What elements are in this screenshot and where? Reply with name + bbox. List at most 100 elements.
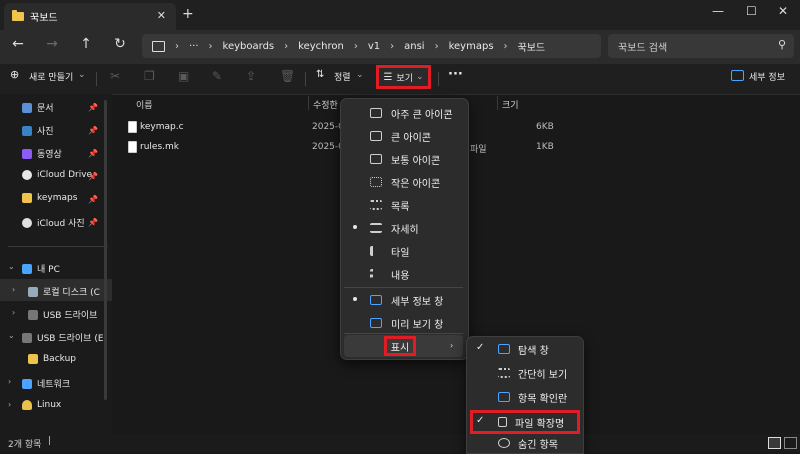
checkbox-icon [498, 392, 510, 402]
sort-button[interactable]: 정렬 [334, 70, 351, 83]
sidebar-item-usb-drive[interactable]: USB 드라이브 [28, 308, 97, 321]
chevron-right-icon[interactable]: › [8, 377, 11, 386]
address-bar[interactable]: › ··· › keyboards › keychron › v1 › ansi… [142, 34, 601, 58]
pin-icon: 📌 [88, 172, 98, 181]
sidebar-scrollbar[interactable] [104, 100, 107, 400]
folder-icon [12, 10, 24, 21]
menu-item-preview-pane[interactable]: 미리 보기 창 [344, 312, 463, 334]
new-dropdown-icon[interactable]: ⌄ [78, 70, 86, 80]
breadcrumb-item[interactable]: keyboards [223, 41, 275, 52]
close-window-button[interactable]: ✕ [778, 4, 788, 18]
item-count: 2개 항목 [8, 440, 42, 450]
column-divider[interactable] [308, 96, 309, 110]
monitor-icon [370, 108, 382, 118]
sidebar-item-icloud-drive[interactable]: iCloud Drive [22, 170, 92, 180]
sidebar-item-keymaps[interactable]: keymaps [22, 193, 77, 203]
column-divider[interactable] [497, 96, 498, 110]
up-button[interactable]: ↑ [76, 36, 96, 52]
search-placeholder: 꾹보드 검색 [618, 42, 668, 54]
chevron-right-icon[interactable]: › [12, 285, 15, 294]
menu-item-content[interactable]: 내용 [344, 263, 463, 285]
c-file-icon [128, 121, 137, 133]
submenu-item-compact-view[interactable]: 간단히 보기 [470, 362, 578, 384]
sidebar-item-pictures[interactable]: 사진 [22, 124, 54, 137]
breadcrumb-item[interactable]: v1 [368, 41, 380, 52]
back-button[interactable]: ← [8, 36, 28, 52]
selected-bullet-icon [353, 225, 357, 229]
usb-drive-icon [28, 309, 38, 320]
menu-item-details[interactable]: 자세히 [344, 217, 463, 239]
sidebar-item-icloud-photos[interactable]: iCloud 사진 [22, 216, 85, 229]
show-label: 표시 [384, 336, 416, 356]
sidebar-item-videos[interactable]: 동영상 [22, 147, 62, 160]
breadcrumb-ellipsis[interactable]: ··· [189, 41, 199, 52]
tab-current[interactable]: 꾹보드 ✕ [4, 3, 176, 30]
breadcrumb-item[interactable]: keymaps [449, 41, 494, 52]
more-options-button[interactable]: ··· [448, 67, 463, 82]
file-size: 6KB [536, 122, 554, 132]
sidebar-item-linux[interactable]: Linux [22, 400, 61, 410]
view-button[interactable]: ☰ 보기 ⌄ [376, 65, 431, 89]
delete-icon[interactable]: 🗑 [280, 69, 295, 83]
breadcrumb-item[interactable]: keychron [298, 41, 344, 52]
tab-close-icon[interactable]: ✕ [157, 9, 166, 22]
chevron-right-icon[interactable]: › [8, 400, 11, 409]
breadcrumb-item[interactable]: ansi [404, 41, 424, 52]
sidebar-item-usb-drive-e[interactable]: USB 드라이브 (E [22, 331, 104, 344]
drive-icon [28, 286, 38, 297]
menu-item-small-icons[interactable]: 작은 아이콘 [344, 171, 463, 193]
tiles-view-toggle[interactable] [784, 437, 797, 449]
file-size: 1KB [536, 142, 554, 152]
rename-icon[interactable]: ✎ [212, 69, 222, 83]
menu-separator [344, 333, 463, 334]
maximize-button[interactable]: ☐ [746, 4, 757, 18]
details-view-toggle[interactable] [768, 437, 781, 449]
column-header-date[interactable]: 수정한 [313, 98, 338, 111]
sidebar-item-network[interactable]: 네트워크 [22, 377, 70, 390]
status-bar [0, 434, 800, 452]
submenu-item-item-checkboxes[interactable]: 항목 확인란 [470, 386, 578, 408]
menu-separator [344, 287, 463, 288]
menu-item-tiles[interactable]: 타일 [344, 240, 463, 262]
pictures-icon [22, 125, 32, 136]
chevron-down-icon[interactable]: ⌄ [8, 262, 15, 271]
toolbar-divider [96, 72, 97, 86]
details-pane-button[interactable]: 세부 정보 [749, 70, 785, 83]
icloud-icon [22, 170, 32, 180]
sidebar-item-backup[interactable]: Backup [28, 354, 76, 364]
folder-icon [28, 354, 38, 364]
new-tab-button[interactable]: + [182, 6, 194, 22]
menu-item-list[interactable]: 목록 [344, 194, 463, 216]
cut-icon[interactable]: ✂ [110, 69, 120, 83]
chevron-right-icon[interactable]: › [12, 308, 15, 317]
search-box[interactable]: 꾹보드 검색 ⚲ [608, 34, 794, 58]
sort-icon: ⇅ [316, 69, 325, 80]
sidebar-item-documents[interactable]: 문서 [22, 101, 54, 114]
file-name[interactable]: keymap.c [140, 122, 184, 132]
menu-item-extra-large-icons[interactable]: 아주 큰 아이콘 [344, 102, 463, 124]
share-icon[interactable]: ⇪ [246, 69, 256, 83]
sidebar-item-this-pc[interactable]: 내 PC [22, 262, 60, 275]
refresh-button[interactable]: ↻ [110, 36, 130, 52]
tab-title: 꾹보드 [30, 13, 58, 24]
column-header-size[interactable]: 크기 [502, 98, 519, 111]
sidebar-item-local-disk[interactable]: 로컬 디스크 (C [28, 285, 100, 298]
minimize-button[interactable]: — [712, 4, 724, 18]
copy-icon[interactable]: ❐ [144, 69, 155, 83]
forward-button[interactable]: → [42, 36, 62, 52]
file-name[interactable]: rules.mk [140, 142, 179, 152]
menu-item-medium-icons[interactable]: 보통 아이콘 [344, 148, 463, 170]
breadcrumb-item[interactable]: 꾹보드 [518, 39, 546, 54]
new-button[interactable]: 새로 만들기 [29, 70, 73, 83]
column-header-name[interactable]: 이름 [136, 98, 153, 111]
menu-item-details-pane[interactable]: 세부 정보 창 [344, 289, 463, 311]
check-icon: ✓ [476, 342, 485, 353]
details-pane-icon [731, 70, 744, 81]
view-dropdown-icon: ⌄ [415, 72, 424, 82]
submenu-item-hidden-items[interactable]: 숨긴 항목 [470, 432, 578, 454]
submenu-item-navigation-pane[interactable]: ✓ 탐색 창 [470, 338, 578, 360]
menu-item-large-icons[interactable]: 큰 아이콘 [344, 125, 463, 147]
list-icon [370, 200, 382, 210]
chevron-down-icon[interactable]: ⌄ [8, 331, 15, 340]
paste-icon[interactable]: ▣ [178, 69, 189, 83]
